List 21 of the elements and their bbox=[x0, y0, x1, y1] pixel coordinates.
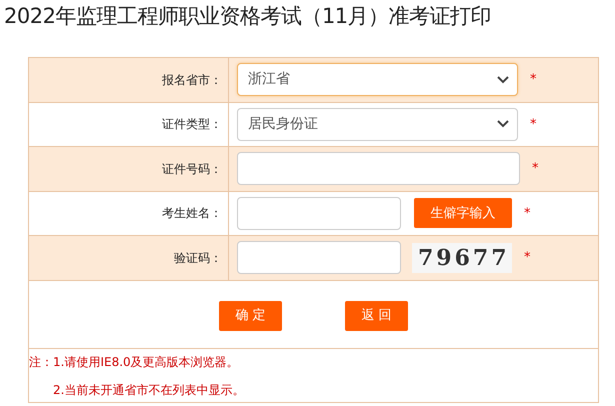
input-field[interactable] bbox=[237, 241, 401, 274]
input-field[interactable] bbox=[237, 152, 520, 186]
field-label: 证件类型： bbox=[162, 117, 222, 132]
note-text: 2.当前未开通省市不在列表中显示。 bbox=[52, 382, 246, 398]
dropdown[interactable]: 浙江省 bbox=[237, 63, 518, 96]
field-label: 验证码： bbox=[174, 250, 222, 265]
page-title: 2022年监理工程师职业资格考试（11月）准考证打印 bbox=[4, 3, 492, 30]
required-mark: * bbox=[524, 249, 530, 267]
required-mark: * bbox=[530, 116, 536, 134]
field-label: 证件号码： bbox=[162, 162, 222, 176]
field-label: 报名省市： bbox=[162, 72, 222, 87]
required-mark: * bbox=[532, 160, 538, 178]
field-label: 考生姓名： bbox=[162, 206, 222, 220]
dropdown[interactable]: 居民身份证 bbox=[237, 108, 518, 141]
chevron-icon bbox=[497, 120, 509, 128]
chevron-icon bbox=[497, 76, 509, 84]
input-field[interactable] bbox=[237, 196, 401, 230]
captcha-image[interactable]: 79677 bbox=[412, 242, 512, 273]
note-text: 注：1.请使用IE8.0及更高版本浏览器。 bbox=[29, 354, 240, 370]
required-mark: * bbox=[530, 71, 536, 89]
required-mark: * bbox=[524, 204, 530, 222]
